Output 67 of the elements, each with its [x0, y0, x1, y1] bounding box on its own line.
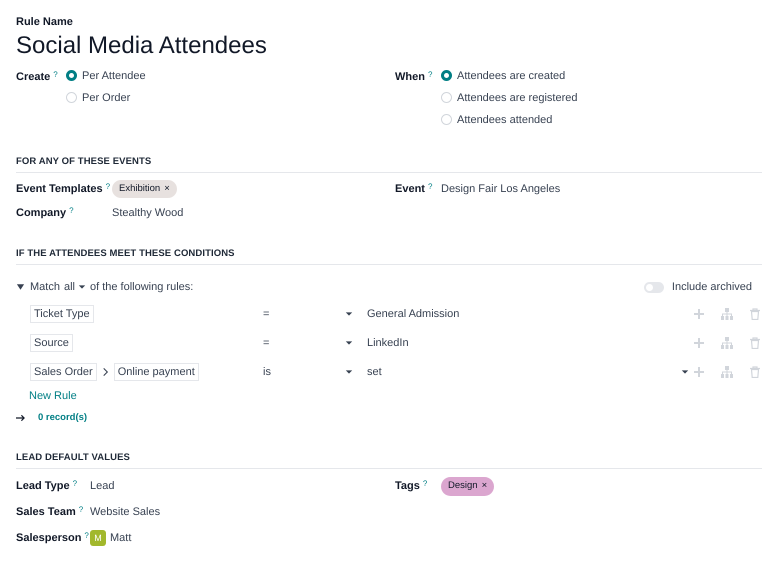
radio-label[interactable]: Attendees attended	[457, 112, 552, 128]
field-label: Create	[16, 70, 50, 85]
help-icon[interactable]: ?	[422, 478, 428, 490]
field-path-chip[interactable]: Source	[30, 334, 73, 352]
caret-icon	[681, 368, 689, 376]
section-heading: IF THE ATTENDEES MEET THESE CONDITIONS	[16, 247, 762, 266]
hierarchy-icon[interactable]	[721, 366, 733, 378]
field-value: Lead	[90, 479, 114, 494]
operator-select[interactable]: is	[263, 364, 271, 380]
avatar-icon: M	[90, 530, 106, 546]
trash-icon[interactable]	[749, 336, 761, 349]
radio-button[interactable]	[66, 70, 77, 82]
field-path-chip[interactable]: Online payment	[114, 362, 199, 382]
operator-select[interactable]: =	[263, 334, 270, 352]
field-label: Salesperson	[16, 531, 82, 546]
trash-icon[interactable]	[749, 308, 761, 320]
field-label: Lead Type	[16, 479, 70, 494]
field-path-chip[interactable]: Ticket Type	[30, 304, 94, 324]
tag[interactable]: Design ×	[441, 477, 494, 496]
value-field[interactable]: General Admission	[367, 306, 689, 322]
radio-button[interactable]	[441, 70, 452, 82]
help-icon[interactable]: ?	[69, 204, 74, 217]
radio-label[interactable]: Attendees are created	[457, 68, 566, 84]
help-icon[interactable]: ?	[106, 180, 110, 193]
hierarchy-icon[interactable]	[721, 308, 733, 320]
rule-name-field[interactable]: Social Media Attendees	[16, 32, 768, 59]
field-label: Rule Name	[16, 15, 74, 30]
operator-select[interactable]: =	[263, 306, 270, 322]
help-icon[interactable]: ?	[78, 504, 84, 516]
help-icon[interactable]: ?	[72, 478, 78, 490]
radio-label[interactable]: Attendees are registered	[457, 90, 578, 106]
field-label: Company	[16, 206, 66, 221]
add-icon[interactable]	[693, 336, 705, 349]
value-field[interactable]: LinkedIn	[367, 334, 689, 352]
field-path-chip[interactable]: Sales Order	[30, 362, 97, 382]
records-link[interactable]: 0 record(s)	[38, 410, 88, 426]
hierarchy-icon[interactable]	[721, 336, 733, 349]
field-label: Event	[395, 182, 425, 197]
radio-label[interactable]: Per Attendee	[82, 68, 146, 84]
match-label: Match	[30, 280, 60, 296]
add-icon[interactable]	[693, 366, 705, 378]
trash-icon[interactable]	[749, 366, 761, 378]
section-heading: LEAD DEFAULT VALUES	[16, 451, 762, 470]
toggle-label[interactable]: Include archived	[672, 279, 752, 296]
field-value: Website Sales	[90, 505, 160, 520]
radio-label[interactable]: Per Order	[82, 90, 130, 106]
field-label: When	[395, 70, 425, 85]
add-icon[interactable]	[693, 308, 705, 320]
help-icon[interactable]: ?	[84, 530, 89, 542]
field-value: Design Fair Los Angeles	[441, 182, 560, 197]
value-field[interactable]: set	[367, 364, 689, 380]
section-heading: FOR ANY OF THESE EVENTS	[16, 154, 762, 174]
help-icon[interactable]: ?	[428, 68, 432, 81]
match-dropdown[interactable]: all	[64, 279, 86, 296]
rule-text: of the following rules:	[90, 280, 194, 296]
field-value: Stealthy Wood	[112, 206, 184, 221]
field-label: Sales Team	[16, 505, 76, 520]
caret-icon	[78, 283, 86, 292]
help-icon[interactable]: ?	[428, 180, 432, 193]
help-icon[interactable]: ?	[53, 68, 58, 81]
tag[interactable]: Exhibition ×	[112, 180, 177, 198]
field-label: Event Templates	[16, 182, 103, 197]
toggle-switch[interactable]	[644, 282, 664, 293]
new-rule-link[interactable]: New Rule	[29, 390, 77, 402]
chevron-right-icon[interactable]	[100, 366, 110, 378]
field-label: Tags	[395, 479, 420, 494]
field-value: Matt	[110, 531, 132, 546]
